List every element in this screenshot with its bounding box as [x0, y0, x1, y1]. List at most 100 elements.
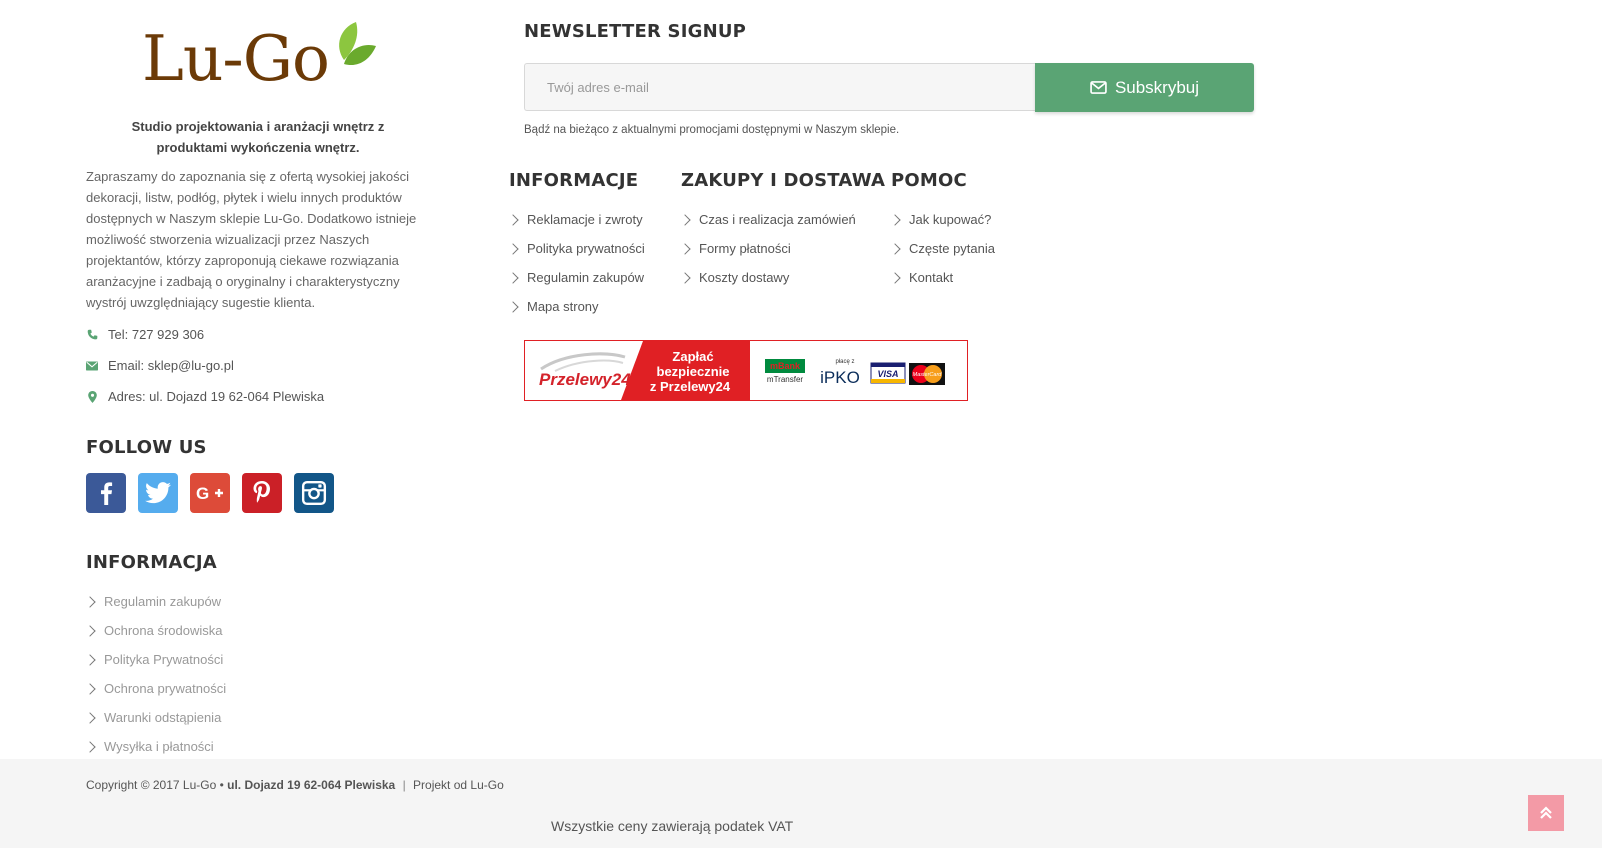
link-label: Koszty dostawy	[699, 270, 790, 285]
list-item[interactable]: Ochrona środowiska	[84, 616, 226, 645]
chevron-right-icon	[507, 213, 519, 226]
chevron-right-icon	[679, 242, 691, 255]
ipko-small-text: płacę z	[835, 359, 854, 365]
list-item[interactable]: Wysyłka i płatności	[84, 732, 226, 761]
col-zakupy-title: ZAKUPY I DOSTAWA	[681, 170, 886, 191]
chevron-right-icon	[889, 271, 901, 284]
twitter-button[interactable]	[138, 473, 178, 513]
list-item[interactable]: Polityka prywatności	[507, 234, 645, 263]
instagram-icon	[301, 480, 327, 506]
list-item[interactable]: Mapa strony	[507, 292, 645, 321]
address-text: Adres: ul. Dojazd 19 62-064 Plewiska	[108, 389, 325, 404]
twitter-icon	[145, 482, 171, 504]
pinterest-icon	[253, 481, 270, 503]
mbank-text: mBank	[770, 361, 801, 371]
chevron-right-icon	[84, 653, 96, 666]
chevron-right-icon	[889, 213, 901, 226]
chevron-right-icon	[507, 300, 519, 313]
svg-text:G: G	[196, 484, 209, 502]
chevron-right-icon	[507, 271, 519, 284]
chevron-right-icon	[84, 740, 96, 753]
footer-bar	[0, 759, 1602, 848]
subscribe-label: Subskrybuj	[1114, 77, 1200, 97]
link-label: Mapa strony	[527, 299, 599, 314]
map-marker-icon	[86, 390, 98, 403]
informacja-left-list: Regulamin zakupów Ochrona środowiska Pol…	[84, 587, 227, 761]
informacja-left-title: INFORMACJA	[86, 552, 217, 573]
list-item[interactable]: Kontakt	[889, 263, 995, 292]
col-zakupy-list: Czas i realizacja zamówień Formy płatnoś…	[679, 205, 856, 292]
link-label: Reklamacje i zwroty	[527, 212, 643, 227]
google-plus-button[interactable]: G	[190, 473, 230, 513]
site-logo[interactable]: Lu-Go	[140, 18, 376, 98]
phone-text: Tel: 727 929 306	[108, 327, 205, 342]
link-label: Formy płatności	[699, 241, 791, 256]
pinterest-button[interactable]	[242, 473, 282, 513]
payment-methods-image: Przelewy24 Zapłać bezpiecznie z Przelewy…	[539, 341, 945, 400]
list-item[interactable]: Reklamacje i zwroty	[507, 205, 645, 234]
newsletter-note: Bądź na bieżąco z aktualnymi promocjami …	[524, 124, 900, 136]
subscribe-button[interactable]: Subskrybuj	[1035, 63, 1254, 112]
envelope-icon	[86, 360, 98, 372]
footer-address: ul. Dojazd 19 62-064 Plewiska	[227, 778, 396, 792]
list-item[interactable]: Regulamin zakupów	[84, 587, 226, 616]
ipko-text: iPKO	[820, 368, 860, 387]
slogan-line-1: Zapłać	[672, 349, 713, 364]
double-chevron-up-icon	[1540, 806, 1552, 819]
list-item[interactable]: Warunki odstąpienia	[84, 703, 226, 732]
chevron-right-icon	[84, 711, 96, 724]
col-informacje-list: Reklamacje i zwroty Polityka prywatności…	[507, 205, 645, 321]
list-item[interactable]: Czas i realizacja zamówień	[679, 205, 856, 234]
visa-text: VISA	[877, 369, 898, 379]
payment-banner[interactable]: Przelewy24 Zapłać bezpiecznie z Przelewy…	[524, 340, 968, 401]
contact-phone: Tel: 727 929 306	[86, 327, 204, 342]
facebook-button[interactable]	[86, 473, 126, 513]
list-item[interactable]: Ochrona prywatności	[84, 674, 227, 703]
link-label: Kontakt	[909, 270, 954, 285]
link-label: Częste pytania	[909, 241, 995, 256]
footer-separator: |	[402, 778, 406, 792]
social-links: G	[86, 473, 334, 513]
link-label: Regulamin zakupów	[104, 594, 222, 609]
list-item[interactable]: Polityka Prywatności	[84, 645, 226, 674]
chevron-right-icon	[679, 213, 691, 226]
mastercard-text: MasterCard	[913, 372, 943, 378]
follow-title: FOLLOW US	[86, 437, 207, 458]
list-item[interactable]: Regulamin zakupów	[507, 263, 645, 292]
list-item[interactable]: Koszty dostawy	[679, 263, 856, 292]
link-label: Jak kupować?	[909, 212, 992, 227]
tagline: Studio projektowania i aranżacji wnętrz …	[131, 119, 385, 155]
newsletter-email-input[interactable]: Twój adres e-mail	[524, 63, 1036, 111]
leaf-icon	[339, 22, 376, 66]
link-label: Polityka prywatności	[527, 241, 645, 256]
chevron-right-icon	[679, 271, 691, 284]
list-item[interactable]: Częste pytania	[889, 234, 995, 263]
link-label: Regulamin zakupów	[527, 270, 645, 285]
copyright-text: Copyright © 2017 Lu-Go •	[86, 778, 224, 792]
col-informacje-title: INFORMACJE	[509, 170, 639, 191]
link-label: Ochrona środowiska	[104, 623, 223, 638]
project-link[interactable]: Projekt od Lu-Go	[413, 778, 504, 792]
copyright: Copyright © 2017 Lu-Go • ul. Dojazd 19 6…	[86, 778, 504, 792]
instagram-button[interactable]	[294, 473, 334, 513]
about-text: Zapraszamy do zapoznania się z ofertą wy…	[86, 169, 417, 310]
chevron-right-icon	[507, 242, 519, 255]
przelewy24-logo-text: Przelewy24	[539, 370, 631, 389]
scroll-to-top-button[interactable]	[1528, 795, 1564, 831]
chevron-right-icon	[889, 242, 901, 255]
email-placeholder: Twój adres e-mail	[547, 79, 649, 95]
logo-text: Lu-Go	[142, 22, 330, 95]
envelope-icon	[1090, 81, 1107, 94]
contact-address: Adres: ul. Dojazd 19 62-064 Plewiska	[86, 389, 324, 404]
link-label: Ochrona prywatności	[104, 681, 227, 696]
link-label: Czas i realizacja zamówień	[699, 212, 856, 227]
contact-email: Email: sklep@lu-go.pl	[86, 358, 234, 373]
list-item[interactable]: Formy płatności	[679, 234, 856, 263]
phone-icon	[86, 329, 98, 341]
newsletter-title: NEWSLETTER SIGNUP	[524, 21, 747, 42]
slogan-line-2: bezpiecznie	[657, 364, 730, 379]
list-item[interactable]: Jak kupować?	[889, 205, 995, 234]
google-plus-icon: G	[196, 484, 223, 502]
vat-note: Wszystkie ceny zawierają podatek VAT	[551, 818, 794, 834]
chevron-right-icon	[84, 624, 96, 637]
